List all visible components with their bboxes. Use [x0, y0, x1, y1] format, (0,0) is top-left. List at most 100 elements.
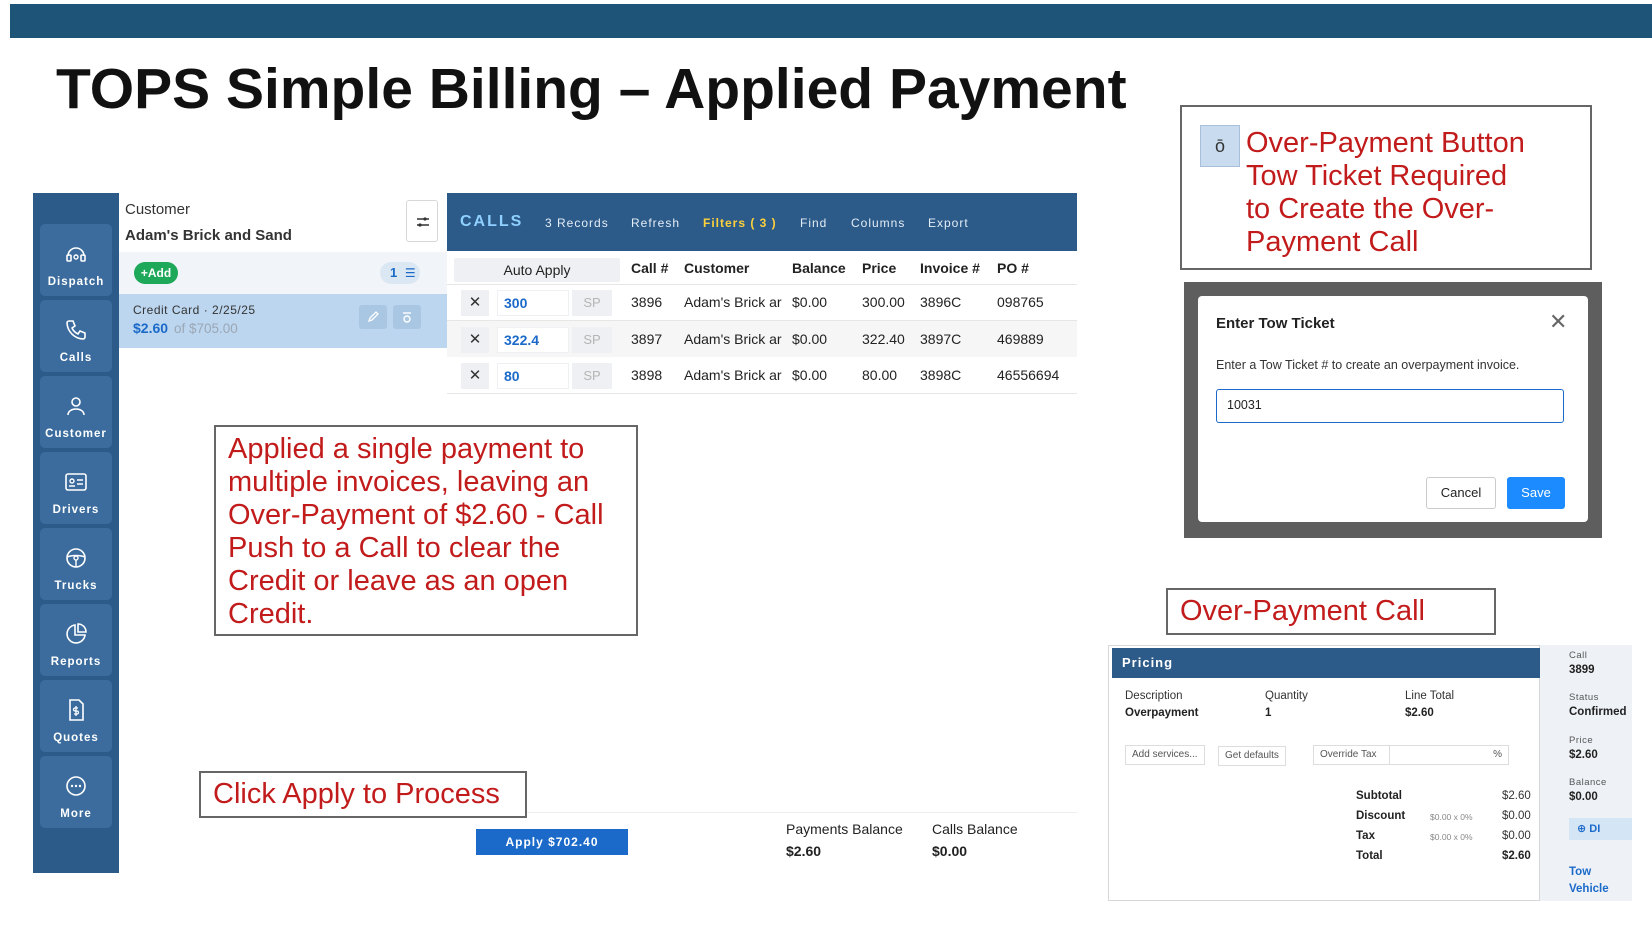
status-value: Confirmed: [1569, 706, 1627, 718]
applied-payment-callout: Applied a single payment to multiple inv…: [214, 425, 638, 636]
over-payment-call-callout: Over-Payment Call: [1166, 588, 1496, 635]
add-payment-button[interactable]: +Add: [134, 262, 178, 284]
tow-link[interactable]: Tow: [1569, 866, 1591, 878]
applied-amount-input[interactable]: 322.4: [497, 327, 569, 353]
balance-cell: $0.00: [792, 294, 828, 310]
app-sidebar: Dispatch Calls Customer Drivers Trucks R…: [33, 193, 119, 873]
dispatch-button[interactable]: ⊕ DI: [1569, 818, 1632, 840]
sidebar-item-label: Dispatch: [47, 276, 105, 288]
sidebar-item-label: Customer: [45, 428, 107, 440]
over-payment-button[interactable]: [393, 305, 421, 329]
sidebar-item-calls[interactable]: Calls: [40, 300, 112, 372]
call-number: 3897: [631, 331, 663, 347]
pencil-icon: [367, 311, 379, 323]
over-payment-button-callout: ō Over-Payment Button Tow Ticket Require…: [1180, 105, 1592, 270]
calls-columns-button[interactable]: Columns: [851, 216, 905, 230]
calls-balance-label: Calls Balance: [932, 821, 1018, 837]
call-number: 3896: [631, 294, 663, 310]
calls-refresh-button[interactable]: Refresh: [631, 216, 680, 230]
tax-detail: $0.00 x 0%: [1430, 832, 1473, 842]
price-cell: 80.00: [862, 367, 898, 383]
remove-row-button[interactable]: ✕: [461, 363, 489, 389]
customer-label: Customer: [125, 201, 191, 218]
balance-label: Balance: [1569, 777, 1607, 788]
split-payment-toggle[interactable]: SP: [572, 327, 612, 353]
call-label: Call: [1569, 650, 1588, 661]
quantity-header: Quantity: [1265, 690, 1308, 702]
call-summary-column: [1540, 645, 1632, 901]
edit-payment-button[interactable]: [359, 305, 387, 329]
sidebar-item-quotes[interactable]: Quotes: [40, 680, 112, 752]
balance-cell: $0.00: [792, 367, 828, 383]
save-button[interactable]: Save: [1507, 477, 1565, 509]
balance-cell: $0.00: [792, 331, 828, 347]
calls-balance-value: $0.00: [932, 843, 968, 859]
customer-icon: [67, 397, 85, 416]
column-header-invoice: Invoice #: [920, 260, 980, 276]
column-header-price: Price: [862, 260, 897, 276]
credit-total: of $705.00: [174, 321, 238, 336]
sidebar-item-more[interactable]: More: [40, 756, 112, 828]
line-item-total: $2.60: [1405, 707, 1434, 719]
calls-export-button[interactable]: Export: [928, 216, 969, 230]
remove-row-button[interactable]: ✕: [461, 327, 489, 353]
calls-filters-button[interactable]: Filters ( 3 ): [703, 216, 777, 230]
line-item-description: Overpayment: [1125, 707, 1199, 719]
sidebar-item-drivers[interactable]: Drivers: [40, 452, 112, 524]
column-header-po: PO #: [997, 260, 1029, 276]
sidebar-item-dispatch[interactable]: Dispatch: [40, 224, 112, 296]
apply-button[interactable]: Apply $702.40: [476, 829, 628, 855]
split-payment-toggle[interactable]: SP: [572, 290, 612, 316]
add-services-button[interactable]: Add services...: [1125, 745, 1205, 765]
slide-title: TOPS Simple Billing – Applied Payment: [56, 57, 1127, 121]
click-apply-callout: Click Apply to Process: [199, 771, 527, 818]
payment-count: 1: [390, 265, 398, 280]
close-icon[interactable]: ✕: [1549, 309, 1567, 335]
click-apply-callout-text: Click Apply to Process: [213, 778, 500, 810]
total-label: Total: [1356, 850, 1383, 862]
discount-detail: $0.00 x 0%: [1430, 812, 1473, 822]
payment-count-filter[interactable]: 1 ☰: [380, 262, 420, 284]
sidebar-item-customer[interactable]: Customer: [40, 376, 112, 448]
tow-ticket-input[interactable]: 10031: [1216, 389, 1564, 423]
remove-row-button[interactable]: ✕: [461, 290, 489, 316]
price-label: Price: [1569, 735, 1594, 746]
po-cell: 469889: [997, 331, 1044, 347]
callout-line: Over-Payment Button: [1246, 127, 1525, 159]
dispatch-button-label: DI: [1589, 823, 1601, 835]
cancel-button[interactable]: Cancel: [1426, 477, 1496, 509]
sidebar-item-trucks[interactable]: Trucks: [40, 528, 112, 600]
payments-balance-label: Payments Balance: [786, 821, 903, 837]
split-payment-toggle[interactable]: SP: [572, 363, 612, 389]
pie-chart-icon: [66, 623, 87, 644]
calls-records-count: 3 Records: [545, 216, 609, 230]
callout-line: Tow Ticket Required: [1246, 160, 1508, 192]
applied-amount-input[interactable]: 80: [497, 363, 569, 389]
override-tax-input[interactable]: %: [1389, 745, 1509, 765]
customer-filter-button[interactable]: [406, 200, 438, 242]
line-item-quantity: 1: [1265, 707, 1272, 719]
sidebar-item-label: Trucks: [54, 580, 98, 592]
over-payment-icon: ō: [1200, 125, 1240, 167]
sliders-icon: [417, 217, 429, 227]
payments-balance-value: $2.60: [786, 843, 822, 859]
filter-lines-icon: ☰: [404, 266, 416, 280]
dialog-description: Enter a Tow Ticket # to create an overpa…: [1216, 358, 1520, 372]
sidebar-item-label: Reports: [50, 656, 102, 668]
line-total-header: Line Total: [1405, 690, 1455, 702]
customer-cell: Adam's Brick ar: [684, 331, 782, 347]
price-cell: 300.00: [862, 294, 905, 310]
get-defaults-button[interactable]: Get defaults: [1218, 746, 1286, 766]
auto-apply-button[interactable]: Auto Apply: [454, 258, 620, 282]
phone-icon: [66, 320, 86, 340]
sidebar-item-reports[interactable]: Reports: [40, 604, 112, 676]
calls-find-button[interactable]: Find: [800, 216, 827, 230]
id-card-icon: [65, 473, 87, 491]
callout-line: Payment Call: [1246, 226, 1419, 258]
column-header-call: Call #: [631, 260, 669, 276]
vehicle-link[interactable]: Vehicle: [1569, 883, 1609, 895]
tax-value: $0.00: [1502, 830, 1531, 842]
customer-cell: Adam's Brick ar: [684, 294, 782, 310]
steering-wheel-icon: [66, 548, 86, 568]
applied-amount-input[interactable]: 300: [497, 290, 569, 316]
